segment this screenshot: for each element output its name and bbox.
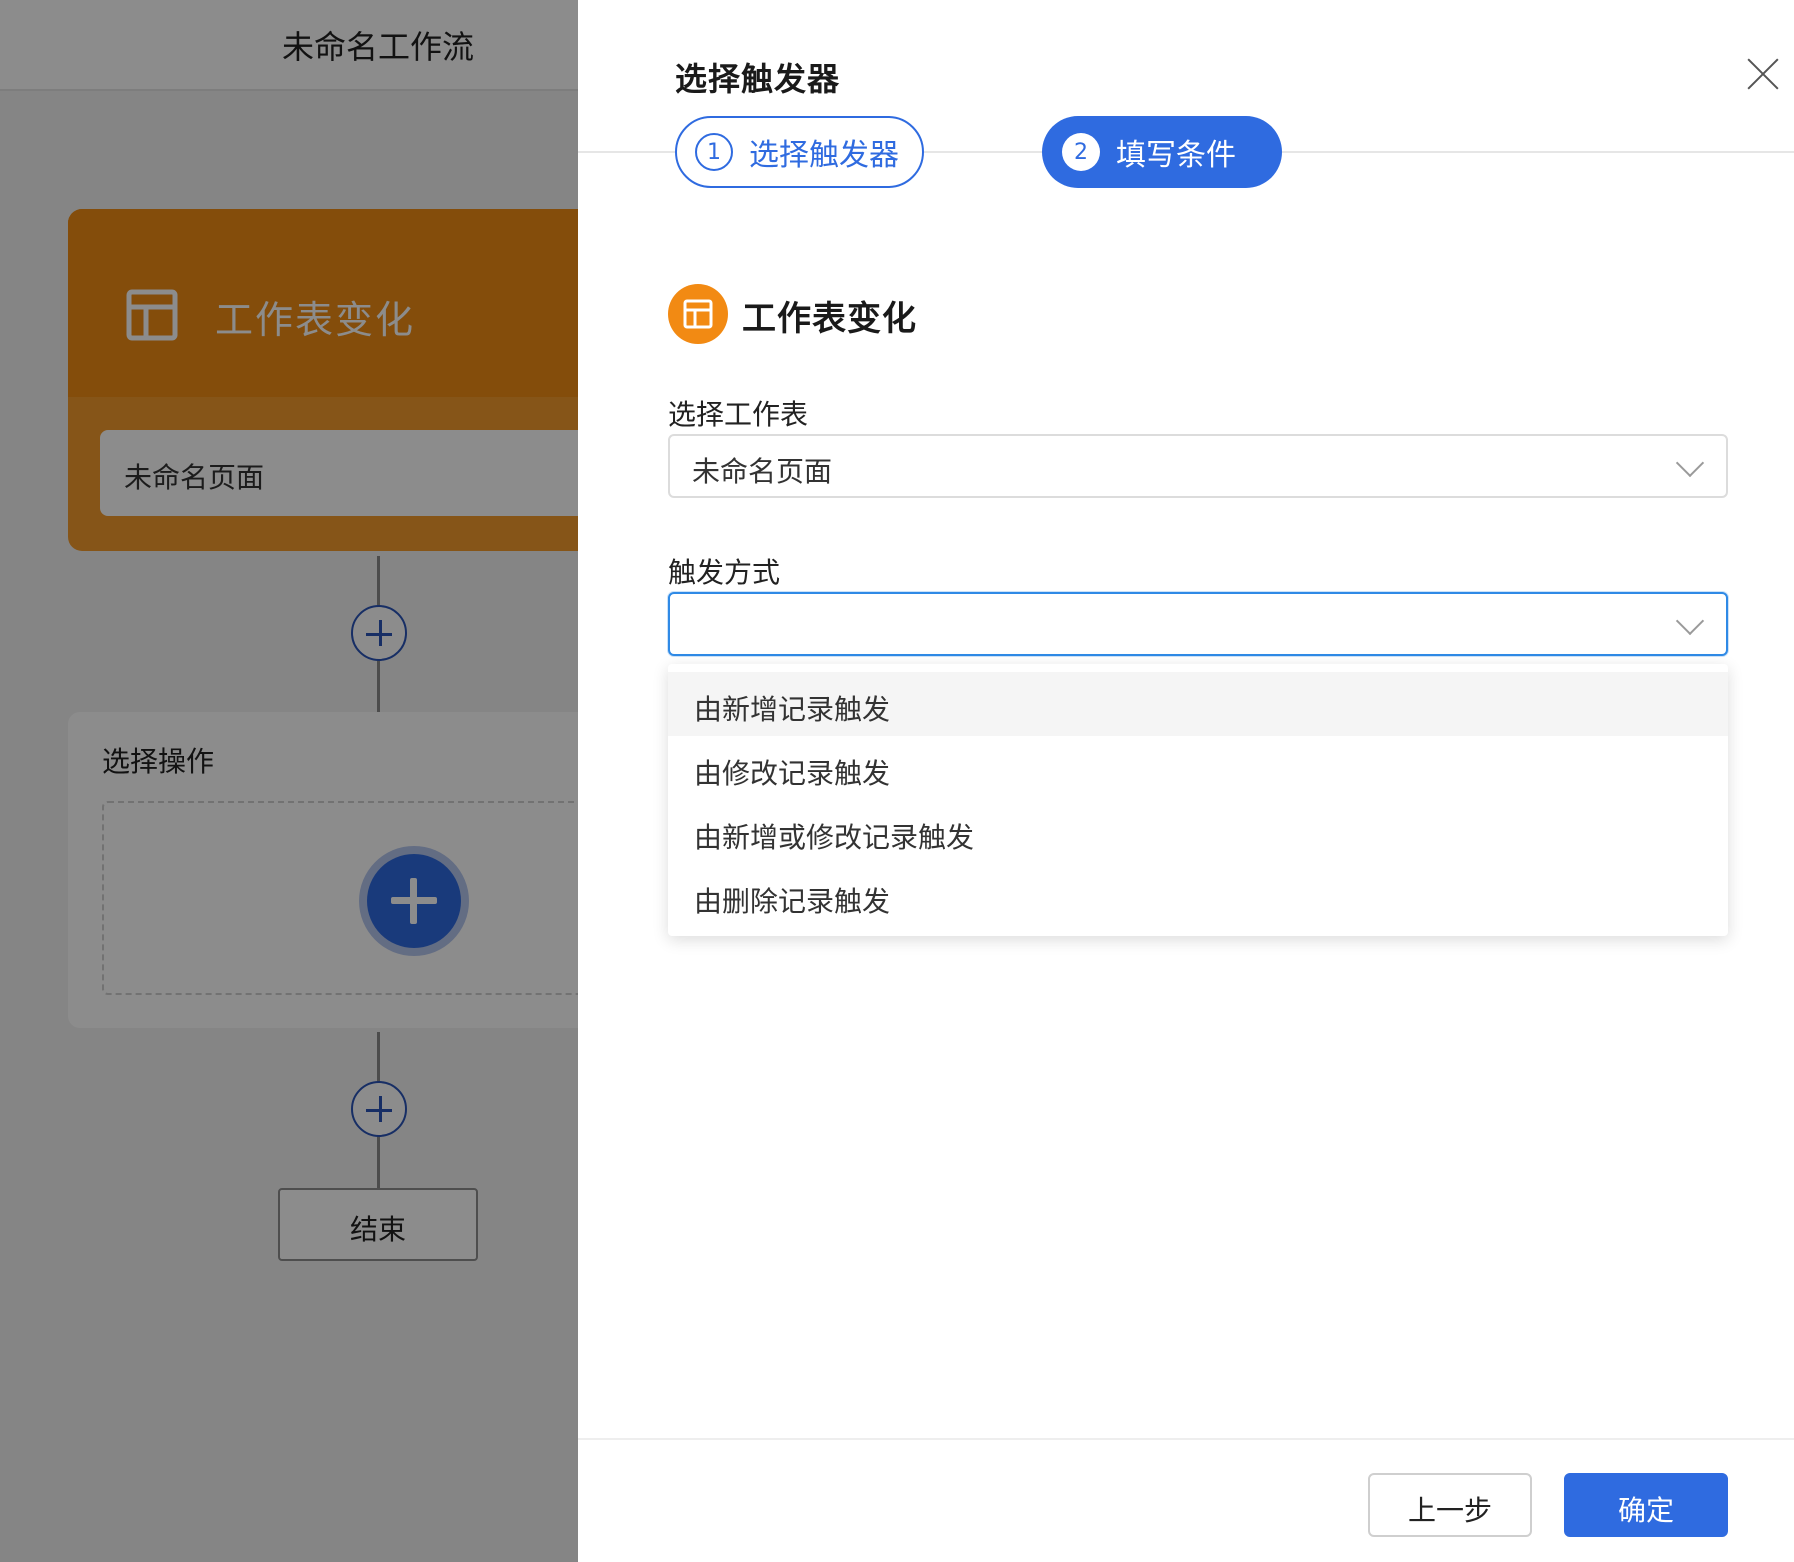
table-icon — [668, 284, 728, 344]
close-icon[interactable] — [1746, 57, 1780, 91]
chevron-down-icon — [1675, 606, 1705, 636]
step-number: 1 — [695, 133, 733, 171]
step-label: 填写条件 — [1116, 138, 1236, 173]
trigger-drawer: 选择触发器 1 选择触发器 2 填写条件 工作表变化 选择工作表 未命名页面 触… — [578, 0, 1794, 1562]
option-edit-record[interactable]: 由修改记录触发 — [668, 736, 1728, 800]
section-title: 工作表变化 — [742, 299, 917, 339]
modal-overlay[interactable] — [0, 0, 578, 1562]
option-new-record[interactable]: 由新增记录触发 — [668, 672, 1728, 736]
sheet-field-label: 选择工作表 — [668, 398, 809, 431]
trigger-mode-dropdown: 由新增记录触发 由修改记录触发 由新增或修改记录触发 由删除记录触发 — [668, 664, 1728, 936]
option-new-or-edit-record[interactable]: 由新增或修改记录触发 — [668, 800, 1728, 864]
step-select-trigger[interactable]: 1 选择触发器 — [675, 116, 924, 188]
trigger-mode-label: 触发方式 — [668, 556, 781, 589]
step-number: 2 — [1062, 133, 1100, 171]
drawer-footer: 上一步 确定 — [578, 1438, 1794, 1562]
sheet-select-value: 未命名页面 — [692, 455, 833, 488]
drawer-title: 选择触发器 — [675, 60, 841, 98]
step-label: 选择触发器 — [749, 138, 899, 173]
option-delete-record[interactable]: 由删除记录触发 — [668, 864, 1728, 928]
trigger-mode-select[interactable] — [668, 592, 1728, 656]
sheet-select[interactable]: 未命名页面 — [668, 434, 1728, 498]
prev-step-button[interactable]: 上一步 — [1368, 1473, 1532, 1537]
chevron-down-icon — [1675, 448, 1705, 478]
step-fill-conditions[interactable]: 2 填写条件 — [1042, 116, 1282, 188]
confirm-button[interactable]: 确定 — [1564, 1473, 1728, 1537]
